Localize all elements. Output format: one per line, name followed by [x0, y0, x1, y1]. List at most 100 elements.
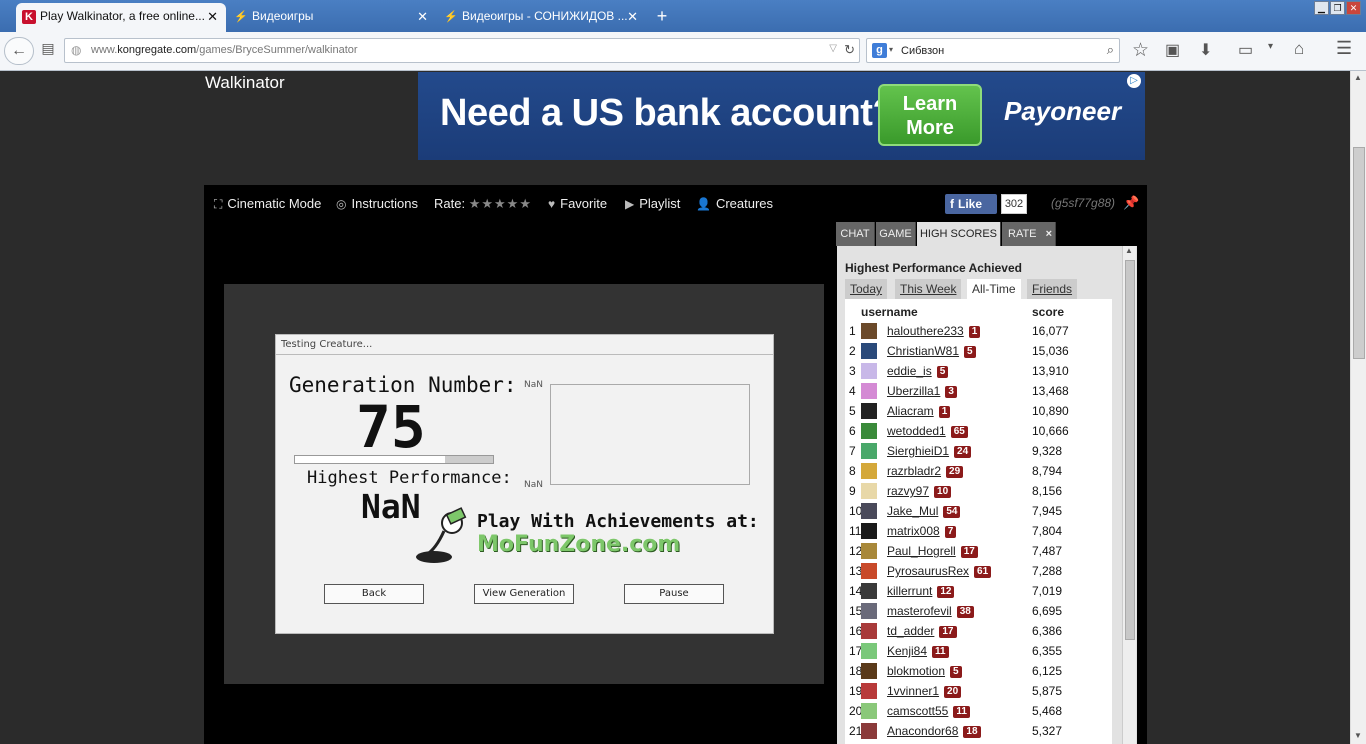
- score-username[interactable]: matrix008 7: [887, 524, 957, 538]
- avatar[interactable]: [861, 643, 877, 659]
- facebook-like-button[interactable]: f Like: [945, 194, 997, 214]
- avatar[interactable]: [861, 363, 877, 379]
- pause-button[interactable]: Pause: [624, 584, 724, 604]
- reading-list-icon[interactable]: ▣: [1165, 40, 1180, 60]
- search-icon[interactable]: ⌕: [1107, 42, 1114, 58]
- avatar[interactable]: [861, 403, 877, 419]
- avatar[interactable]: [861, 663, 877, 679]
- score-username[interactable]: PyrosaurusRex 61: [887, 564, 992, 578]
- dropdown-arrow-icon[interactable]: ▽: [829, 43, 837, 54]
- period-tab-this-week[interactable]: This Week: [895, 279, 962, 299]
- chevron-down-icon[interactable]: ▾: [889, 45, 893, 54]
- playlist-button[interactable]: ▶ Playlist: [625, 196, 680, 211]
- url-bar[interactable]: ◍ www.kongregate.com/games/BryceSummer/w…: [64, 38, 860, 63]
- score-username[interactable]: Paul_Hogrell 17: [887, 544, 978, 558]
- minimize-icon[interactable]: ▁: [1314, 1, 1329, 15]
- scroll-up-icon[interactable]: ▲: [1354, 73, 1362, 82]
- tab-rate[interactable]: RATE ×: [1002, 222, 1056, 246]
- search-bar[interactable]: g ▾ Сибвзон ⌕: [866, 38, 1120, 63]
- avatar[interactable]: [861, 623, 877, 639]
- bookmarks-folder-icon[interactable]: ▤: [38, 40, 58, 60]
- chevron-down-icon[interactable]: ▾: [1268, 41, 1273, 52]
- tab-videogames-2[interactable]: ⚡ Видеоигры - СОНИЖИДОВ ... ✕: [438, 3, 646, 32]
- close-icon[interactable]: ×: [1046, 228, 1052, 240]
- window-scrollbar-thumb[interactable]: [1353, 147, 1365, 359]
- home-icon[interactable]: ⌂: [1294, 39, 1304, 59]
- avatar[interactable]: [861, 543, 877, 559]
- avatar[interactable]: [861, 423, 877, 439]
- avatar[interactable]: [861, 443, 877, 459]
- avatar[interactable]: [861, 343, 877, 359]
- tab-videogames[interactable]: ⚡ Видеоигры ✕: [228, 3, 436, 32]
- avatar[interactable]: [861, 563, 877, 579]
- bookmark-star-icon[interactable]: ☆: [1132, 39, 1149, 62]
- new-tab-icon[interactable]: +: [652, 6, 672, 26]
- tab-game[interactable]: GAME: [876, 222, 916, 246]
- score-username[interactable]: Kenji84 11: [887, 644, 949, 658]
- period-tab-all-time[interactable]: All-Time: [967, 279, 1021, 299]
- search-input[interactable]: Сибвзон: [901, 45, 944, 57]
- avatar[interactable]: [861, 323, 877, 339]
- back-button[interactable]: Back: [324, 584, 424, 604]
- score-username[interactable]: Jake_Mul 54: [887, 504, 961, 518]
- score-username[interactable]: Anacondor68 18: [887, 724, 981, 738]
- score-username[interactable]: blokmotion 5: [887, 664, 962, 678]
- score-username[interactable]: halouthere233 1: [887, 324, 981, 338]
- close-tab-icon[interactable]: ✕: [207, 3, 218, 30]
- tab-walkinator[interactable]: K Play Walkinator, a free online... ✕: [16, 3, 226, 32]
- score-username[interactable]: Uberzilla1 3: [887, 384, 957, 398]
- avatar[interactable]: [861, 503, 877, 519]
- rating-stars[interactable]: ★★★★★: [469, 196, 532, 211]
- score-username[interactable]: wetodded1 65: [887, 424, 968, 438]
- ad-choices-icon[interactable]: ▷: [1127, 74, 1141, 88]
- window-scrollbar[interactable]: ▲ ▼: [1350, 71, 1366, 744]
- instructions-button[interactable]: ◎ Instructions: [336, 196, 418, 211]
- window-icon[interactable]: ▭: [1238, 40, 1253, 60]
- reload-icon[interactable]: ↻: [844, 42, 855, 58]
- score-username[interactable]: razvy97 10: [887, 484, 952, 498]
- avatar[interactable]: [861, 383, 877, 399]
- close-tab-icon[interactable]: ✕: [627, 3, 638, 30]
- panel-scrollbar[interactable]: ▲: [1122, 246, 1136, 744]
- score-username[interactable]: killerrunt 12: [887, 584, 955, 598]
- avatar[interactable]: [861, 683, 877, 699]
- score-username[interactable]: td_adder 17: [887, 624, 957, 638]
- tab-chat[interactable]: CHAT: [836, 222, 875, 246]
- close-window-icon[interactable]: ✕: [1346, 1, 1361, 15]
- avatar[interactable]: [861, 583, 877, 599]
- score-username[interactable]: SierghieiD1 24: [887, 444, 972, 458]
- score-username[interactable]: camscott55 11: [887, 704, 970, 718]
- flash-game-area[interactable]: Testing Creature... Generation Number: 7…: [224, 284, 824, 684]
- avatar[interactable]: [861, 603, 877, 619]
- view-generation-button[interactable]: View Generation: [474, 584, 574, 604]
- avatar[interactable]: [861, 463, 877, 479]
- ad-learn-more-button[interactable]: Learn More: [878, 84, 982, 146]
- score-username[interactable]: 1vvinner1 20: [887, 684, 962, 698]
- cinematic-mode-button[interactable]: ⛶ Cinematic Mode: [214, 196, 321, 212]
- panel-scrollbar-thumb[interactable]: [1125, 260, 1135, 640]
- restore-icon[interactable]: ❐: [1330, 1, 1345, 15]
- menu-icon[interactable]: ☰: [1336, 38, 1352, 59]
- pin-icon[interactable]: 📌: [1123, 195, 1139, 211]
- close-tab-icon[interactable]: ✕: [417, 3, 428, 30]
- back-arrow-icon[interactable]: ←: [4, 37, 34, 65]
- favorite-button[interactable]: ♥ Favorite: [548, 196, 607, 211]
- period-tab-friends[interactable]: Friends: [1027, 279, 1078, 299]
- tab-high-scores[interactable]: HIGH SCORES: [917, 222, 1001, 246]
- creatures-button[interactable]: 👤 Creatures: [696, 196, 773, 211]
- period-tab-today[interactable]: Today: [845, 279, 888, 299]
- ad-banner[interactable]: Need a US bank account? Learn More Payon…: [418, 72, 1145, 160]
- mofunzone-link[interactable]: MoFunZone.com: [477, 532, 680, 557]
- avatar[interactable]: [861, 523, 877, 539]
- avatar[interactable]: [861, 703, 877, 719]
- score-username[interactable]: Aliacram 1: [887, 404, 951, 418]
- avatar[interactable]: [861, 483, 877, 499]
- download-icon[interactable]: ⬇: [1199, 40, 1212, 60]
- scroll-down-icon[interactable]: ▼: [1354, 731, 1362, 740]
- score-username[interactable]: ChristianW81 5: [887, 344, 976, 358]
- avatar[interactable]: [861, 723, 877, 739]
- score-username[interactable]: eddie_is 5: [887, 364, 949, 378]
- score-username[interactable]: razrbladr2 29: [887, 464, 964, 478]
- score-username[interactable]: masterofevil 38: [887, 604, 974, 618]
- scroll-up-icon[interactable]: ▲: [1125, 246, 1133, 255]
